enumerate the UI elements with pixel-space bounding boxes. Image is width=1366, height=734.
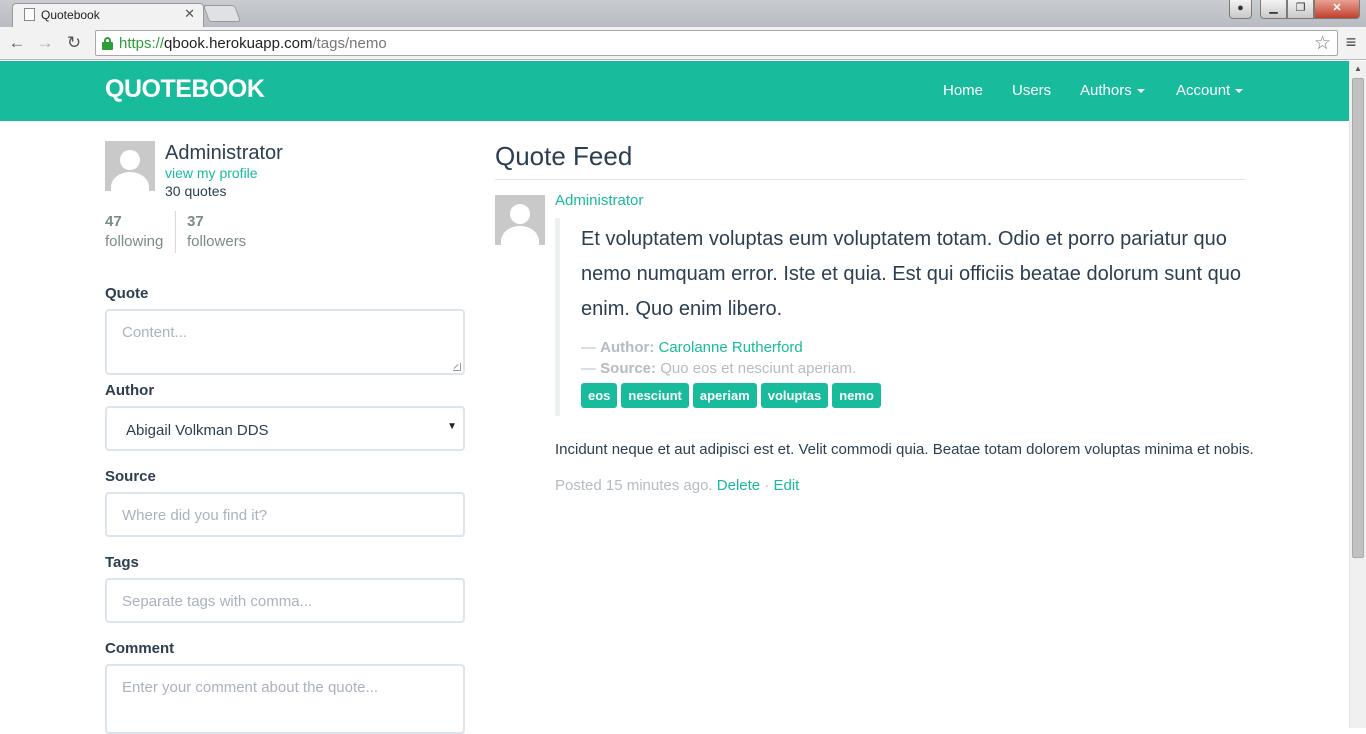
close-icon[interactable]: ✕ (184, 6, 195, 22)
user-icon[interactable]: ● (1229, 0, 1252, 19)
quote-author-link[interactable]: Carolanne Rutherford (659, 339, 803, 356)
source-placeholder: Where did you find it? (122, 507, 268, 524)
nav-authors-label: Authors (1080, 82, 1132, 99)
browser-tab-strip: Quotebook ✕ ● ▁ ❐ ✕ (0, 0, 1366, 27)
lock-icon (102, 37, 113, 50)
author-select[interactable]: Abigail Volkman DDS ▼ (105, 406, 465, 451)
author-selected: Abigail Volkman DDS (126, 422, 269, 439)
back-icon[interactable]: ← (6, 32, 28, 54)
view-profile-link[interactable]: view my profile (165, 165, 258, 181)
dropdown-arrow-icon: ▼ (447, 421, 457, 432)
maximize-button[interactable]: ❐ (1287, 0, 1314, 19)
tag-list: eos nesciunt aperiam voluptas nemo (581, 383, 885, 408)
quote-source-line: — Source: Quo eos et nesciunt aperiam. (581, 360, 857, 377)
minimize-button[interactable]: ▁ (1260, 0, 1287, 19)
star-icon[interactable]: ☆ (1314, 32, 1331, 55)
menu-icon[interactable]: ≡ (1343, 32, 1359, 53)
source-meta-label: Source: (600, 360, 657, 377)
nav-authors[interactable]: Authors (1080, 82, 1145, 99)
tag-badge[interactable]: voluptas (760, 383, 829, 408)
quote-author-line: — Author: Carolanne Rutherford (581, 339, 803, 356)
comment-label: Comment (105, 640, 175, 657)
comment-textarea[interactable]: Enter your comment about the quote... (105, 664, 465, 734)
content-textarea[interactable]: Content... (105, 309, 465, 375)
feed-title: Quote Feed (495, 141, 633, 171)
tag-badge[interactable]: nemo (832, 383, 881, 408)
address-bar[interactable]: https://qbook.herokuapp.com/tags/nemo ☆ (95, 30, 1338, 56)
tags-input[interactable]: Separate tags with comma... (105, 578, 465, 623)
tags-placeholder: Separate tags with comma... (122, 593, 313, 610)
followers-label: followers (187, 233, 247, 250)
edit-link[interactable]: Edit (773, 477, 799, 494)
following-label: following (105, 233, 164, 250)
quote-comment: Incidunt neque et aut adipisci est et. V… (555, 441, 1254, 458)
reload-icon[interactable]: ↻ (63, 32, 85, 54)
source-label: Source (105, 468, 156, 485)
delete-link[interactable]: Delete (717, 477, 760, 494)
resize-handle-icon[interactable] (453, 363, 461, 371)
tag-badge[interactable]: eos (581, 383, 618, 408)
quote-avatar[interactable] (495, 195, 545, 245)
feed-divider (495, 179, 1245, 180)
stat-divider (175, 211, 176, 253)
page-icon (24, 8, 35, 21)
content-placeholder: Content... (122, 324, 188, 341)
nav-account[interactable]: Account (1176, 82, 1244, 99)
window-close-button[interactable]: ✕ (1314, 0, 1360, 19)
author-label: Author (105, 382, 155, 399)
page-scrollbar[interactable]: ▲ (1349, 61, 1366, 728)
forward-icon[interactable]: → (34, 32, 56, 54)
scroll-thumb[interactable] (1352, 78, 1364, 558)
footer-separator: · (764, 477, 770, 494)
quote-text: Et voluptatem voluptas eum voluptatem to… (581, 228, 1241, 320)
scroll-up-icon[interactable]: ▲ (1354, 64, 1362, 73)
comment-placeholder: Enter your comment about the quote... (122, 679, 378, 696)
tags-label: Tags (105, 554, 139, 571)
quote-count: 30 quotes (165, 183, 227, 199)
quote-label: Quote (105, 285, 149, 302)
site-navbar: QUOTEBOOK Home Users Authors Account (0, 61, 1349, 121)
tag-badge[interactable]: nesciunt (621, 383, 689, 408)
blockquote-border (555, 218, 560, 416)
new-tab-button[interactable] (202, 5, 242, 22)
tab-title: Quotebook (41, 8, 100, 22)
followers-stat[interactable]: 37 followers (187, 213, 246, 250)
author-meta-label: Author: (600, 339, 655, 356)
browser-tab[interactable]: Quotebook ✕ (12, 3, 204, 27)
posted-time: Posted 15 minutes ago. (555, 477, 713, 494)
followers-count: 37 (187, 213, 204, 230)
quote-source-text: Quo eos et nesciunt aperiam. (660, 360, 857, 377)
quote-user-link[interactable]: Administrator (555, 192, 643, 209)
brand-logo[interactable]: QUOTEBOOK (105, 75, 265, 104)
tag-badge[interactable]: aperiam (692, 383, 757, 408)
nav-users[interactable]: Users (1012, 82, 1051, 99)
nav-home[interactable]: Home (943, 82, 983, 99)
profile-name: Administrator (165, 142, 283, 164)
source-input[interactable]: Where did you find it? (105, 492, 465, 537)
nav-account-label: Account (1176, 82, 1231, 99)
following-stat[interactable]: 47 following (105, 213, 163, 250)
caret-down-icon (1136, 89, 1145, 94)
caret-down-icon (1235, 89, 1244, 94)
url-text: https://qbook.herokuapp.com/tags/nemo (119, 35, 387, 52)
quote-footer: Posted 15 minutes ago. Delete · Edit (555, 477, 799, 494)
browser-toolbar: ← → ↻ https://qbook.herokuapp.com/tags/n… (0, 27, 1366, 60)
following-count: 47 (105, 213, 122, 230)
profile-avatar[interactable] (105, 141, 155, 191)
